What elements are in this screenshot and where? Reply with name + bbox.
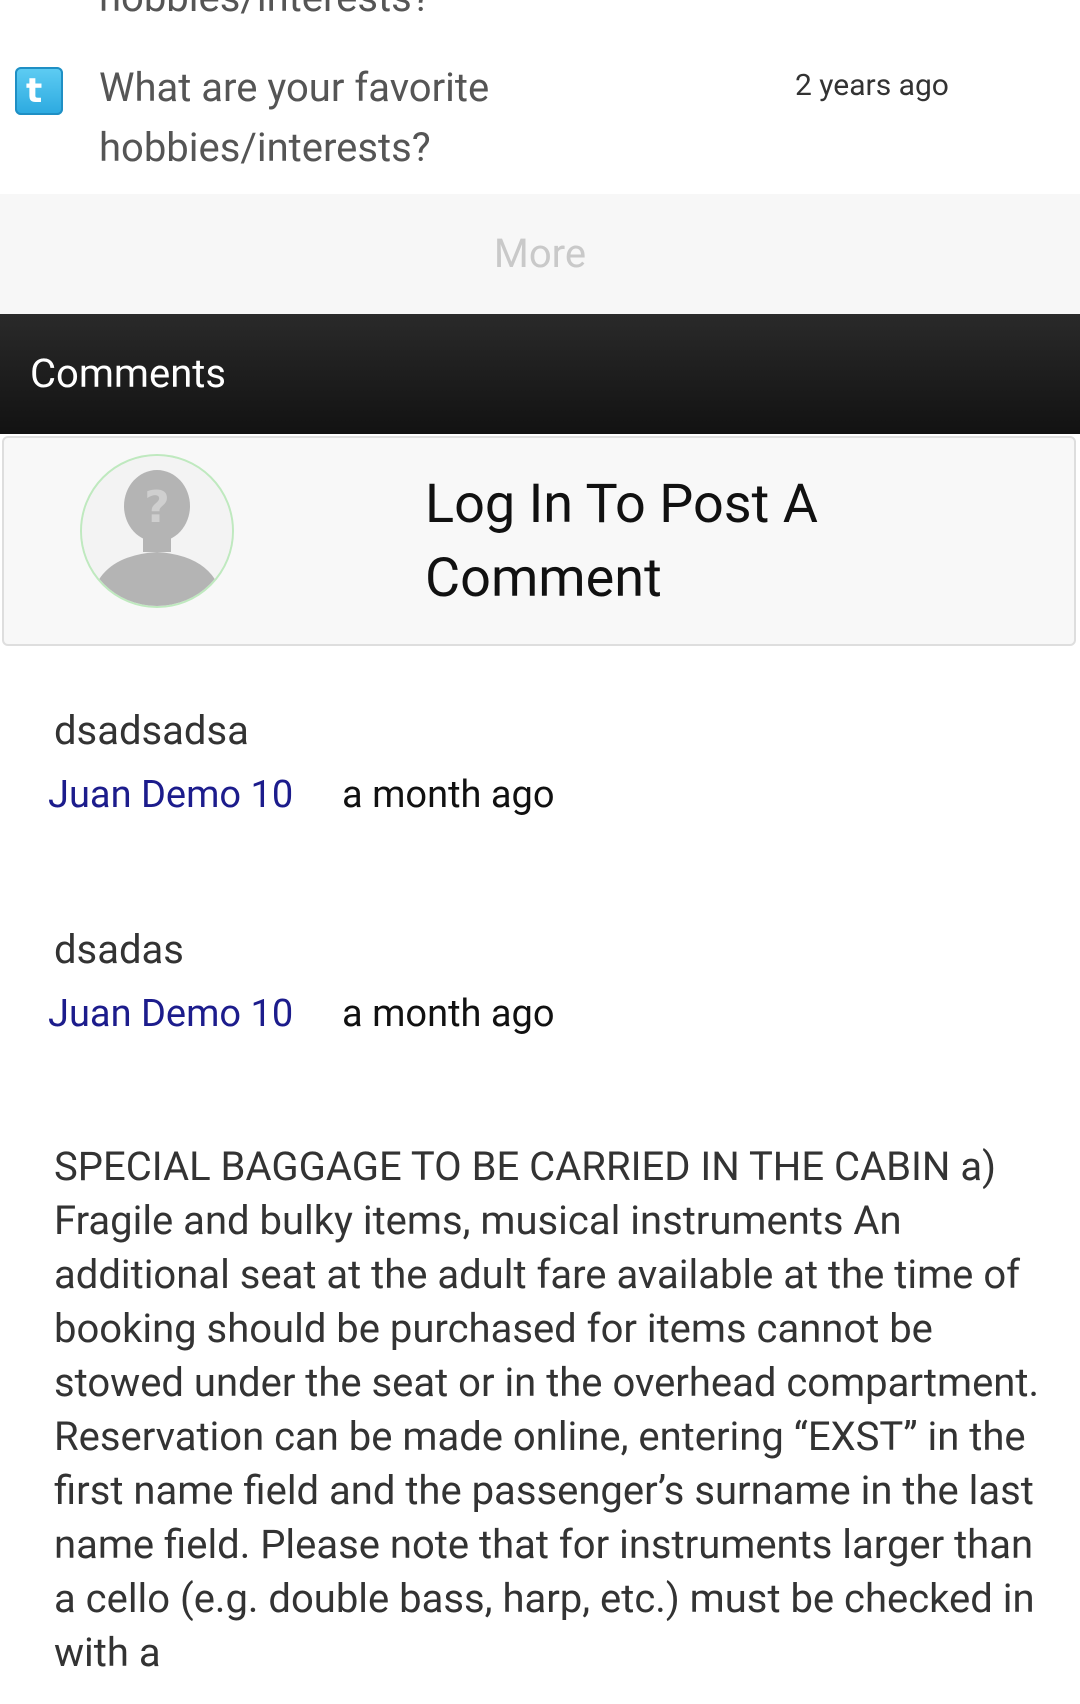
comments-header: Comments [0,314,1080,434]
comment-body: dsadsadsa [54,707,249,754]
comment-time: a month ago [342,992,555,1036]
activity-title: What are your favorite hobbies/interests… [99,64,490,171]
more-button[interactable]: More [0,194,1080,314]
comment-author-link[interactable]: Juan Demo 10 [48,984,293,1044]
svg-text:?: ? [144,482,170,533]
activity-time: 2 years ago [795,68,949,103]
comment-body: dsadas [54,926,184,973]
twitter-icon: t [15,67,63,115]
comment-author-link[interactable]: Juan Demo 10 [48,765,293,825]
unknown-user-icon: ? [80,454,234,608]
comments-title: Comments [30,350,227,397]
login-prompt[interactable]: Log In To Post A Comment [425,468,945,616]
login-to-comment-box[interactable]: ? Log In To Post A Comment [2,436,1076,646]
comment-time: a month ago [342,773,555,817]
activity-row[interactable]: t What are your favorite hobbies/interes… [0,0,1080,194]
comment-body-long: SPECIAL BAGGAGE TO BE CARRIED IN THE CAB… [54,1143,1039,1676]
